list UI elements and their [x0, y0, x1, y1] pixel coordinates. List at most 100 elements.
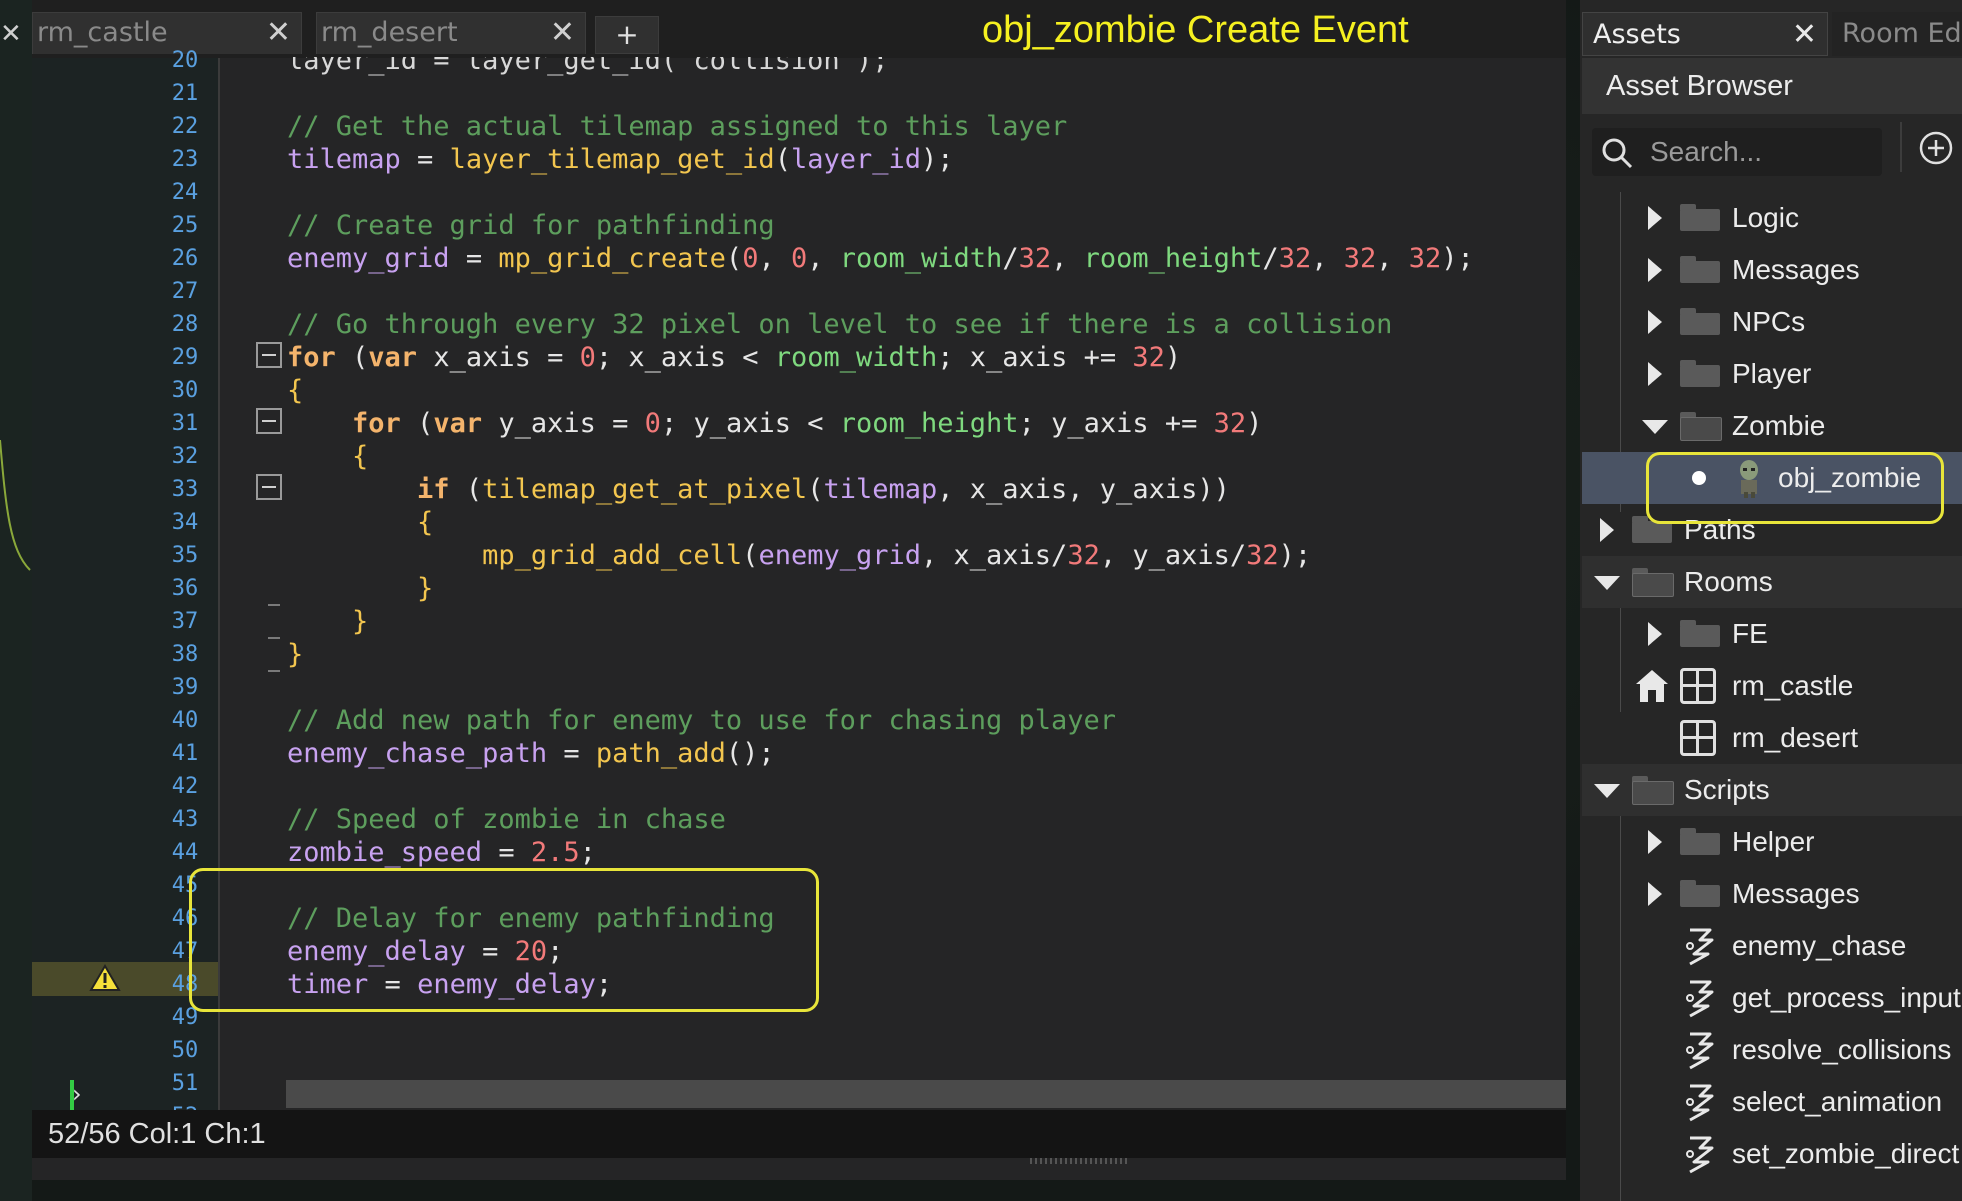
- fold-end-marker: [268, 637, 280, 639]
- tree-item-set-zombie-direct[interactable]: set_zombie_direct: [1582, 1128, 1962, 1180]
- tree-item-label: Logic: [1732, 202, 1799, 233]
- fold-end-marker: [268, 604, 280, 606]
- status-bar: 52/56 Col:1 Ch:1: [32, 1110, 1566, 1158]
- expand-arrow-icon[interactable]: [1600, 518, 1614, 542]
- left-panel-strip: ✕: [0, 0, 32, 1201]
- tree-item-select-animation[interactable]: select_animation: [1582, 1076, 1962, 1128]
- tree-item-label: get_process_input: [1732, 982, 1961, 1013]
- highlight-callout: [189, 868, 819, 1012]
- assets-panel: Assets ✕ Room Edito Asset Browser Search…: [1580, 0, 1962, 1201]
- close-icon[interactable]: ✕: [0, 14, 22, 54]
- line-number: 20: [171, 48, 199, 73]
- editor-title: obj_zombie Create Event: [982, 9, 1409, 51]
- fold-toggle[interactable]: [256, 474, 282, 500]
- line-number: 23: [171, 147, 199, 172]
- expand-arrow-icon[interactable]: [1648, 206, 1662, 230]
- collapse-arrow-icon[interactable]: [1642, 420, 1668, 434]
- close-icon[interactable]: ✕: [266, 13, 291, 53]
- tab-rm-desert[interactable]: rm_desert ✕: [316, 12, 586, 54]
- expand-arrow-icon[interactable]: [1648, 362, 1662, 386]
- code-line-41[interactable]: enemy_chase_path = path_add();: [287, 738, 775, 770]
- tree-item-label: Zombie: [1732, 410, 1826, 441]
- code-line-30[interactable]: {: [287, 375, 303, 407]
- expand-arrow-icon[interactable]: [1648, 882, 1662, 906]
- line-number: 28: [171, 312, 199, 337]
- code-line-29[interactable]: for (var x_axis = 0; x_axis < room_width…: [287, 342, 1181, 374]
- tree-item-messages[interactable]: Messages: [1582, 244, 1962, 296]
- script-icon: [1686, 1136, 1714, 1174]
- line-number: 39: [171, 675, 199, 700]
- script-icon: [1686, 928, 1714, 966]
- fold-toggle[interactable]: [256, 342, 282, 368]
- room-icon: [1680, 720, 1716, 756]
- tree-item-resolve-collisions[interactable]: resolve_collisions: [1582, 1024, 1962, 1076]
- tree-item-helper[interactable]: Helper: [1582, 816, 1962, 868]
- code-line-40[interactable]: // Add new path for enemy to use for cha…: [287, 705, 1116, 737]
- horizontal-scrollbar[interactable]: [286, 1080, 1566, 1108]
- tree-item-label: Scripts: [1684, 774, 1770, 805]
- asset-tree: Logic Messages NPCs Player Zombie obj_zo…: [1582, 192, 1962, 1201]
- code-line-26[interactable]: enemy_grid = mp_grid_create(0, 0, room_w…: [287, 243, 1474, 275]
- fold-toggle[interactable]: [256, 408, 282, 434]
- add-tab-button[interactable]: +: [595, 16, 659, 54]
- tree-item-scripts[interactable]: Scripts: [1582, 764, 1962, 816]
- tree-item-rooms[interactable]: Rooms: [1582, 556, 1962, 608]
- line-number: 33: [171, 477, 199, 502]
- tree-item-fe[interactable]: FE: [1582, 608, 1962, 660]
- line-number: 43: [171, 807, 199, 832]
- tree-item-get-process-input[interactable]: get_process_input: [1582, 972, 1962, 1024]
- line-number: 35: [171, 543, 199, 568]
- tree-item-label: Rooms: [1684, 566, 1773, 597]
- tree-item-enemy-chase[interactable]: enemy_chase: [1582, 920, 1962, 972]
- room-icon: [1680, 668, 1716, 704]
- code-line-34[interactable]: {: [287, 507, 433, 539]
- code-line-23[interactable]: tilemap = layer_tilemap_get_id(layer_id)…: [287, 144, 954, 176]
- collapse-arrow-icon[interactable]: [1594, 784, 1620, 798]
- tree-item-label: rm_desert: [1732, 722, 1859, 753]
- expand-arrow-icon[interactable]: [1648, 830, 1662, 854]
- folder-icon: [1680, 620, 1720, 648]
- code-line-38[interactable]: }: [287, 639, 303, 671]
- code-line-31[interactable]: for (var y_axis = 0; y_axis < room_heigh…: [287, 408, 1262, 440]
- tree-item-player[interactable]: Player: [1582, 348, 1962, 400]
- tab-assets[interactable]: Assets ✕: [1582, 12, 1828, 56]
- tree-item-rm-desert[interactable]: rm_desert: [1582, 712, 1962, 764]
- line-number: 24: [171, 180, 199, 205]
- search-input[interactable]: Search...: [1592, 128, 1882, 176]
- code-line-33[interactable]: if (tilemap_get_at_pixel(tilemap, x_axis…: [287, 474, 1230, 506]
- script-icon: [1686, 1084, 1714, 1122]
- add-asset-icon[interactable]: [1918, 130, 1954, 166]
- collapse-arrow-icon[interactable]: [1594, 576, 1620, 590]
- home-icon: [1636, 670, 1668, 702]
- code-line-32[interactable]: {: [287, 441, 368, 473]
- line-number: 51: [171, 1071, 199, 1096]
- code-line-28[interactable]: // Go through every 32 pixel on level to…: [287, 309, 1392, 341]
- tree-item-rm-castle[interactable]: rm_castle: [1582, 660, 1962, 712]
- tree-item-logic[interactable]: Logic: [1582, 192, 1962, 244]
- tab-room-editor[interactable]: Room Edito: [1832, 12, 1962, 56]
- code-line-22[interactable]: // Get the actual tilemap assigned to th…: [287, 111, 1067, 143]
- line-number: 41: [171, 741, 199, 766]
- arrow-right-icon: ›: [72, 1080, 82, 1108]
- expand-arrow-icon[interactable]: [1648, 258, 1662, 282]
- code-line-36[interactable]: }: [287, 573, 433, 605]
- code-line-37[interactable]: }: [287, 606, 368, 638]
- resize-handle[interactable]: [1030, 1158, 1130, 1164]
- tree-item-script-messages[interactable]: Messages: [1582, 868, 1962, 920]
- expand-arrow-icon[interactable]: [1648, 310, 1662, 334]
- code-line-43[interactable]: // Speed of zombie in chase: [287, 804, 726, 836]
- tree-item-label: Messages: [1732, 254, 1860, 285]
- close-icon[interactable]: ✕: [550, 13, 575, 53]
- code-line-35[interactable]: mp_grid_add_cell(enemy_grid, x_axis/32, …: [287, 540, 1311, 572]
- tab-label: rm_castle: [37, 17, 168, 48]
- code-line-44[interactable]: zombie_speed = 2.5;: [287, 837, 596, 869]
- expand-arrow-icon[interactable]: [1648, 622, 1662, 646]
- warning-icon[interactable]: [89, 964, 121, 992]
- line-number: 31: [171, 411, 199, 436]
- close-icon[interactable]: ✕: [1792, 13, 1817, 57]
- fold-end-marker: [268, 670, 280, 672]
- tree-item-label: enemy_chase: [1732, 930, 1907, 961]
- tree-item-zombie[interactable]: Zombie: [1582, 400, 1962, 452]
- code-line-25[interactable]: // Create grid for pathfinding: [287, 210, 775, 242]
- tree-item-npcs[interactable]: NPCs: [1582, 296, 1962, 348]
